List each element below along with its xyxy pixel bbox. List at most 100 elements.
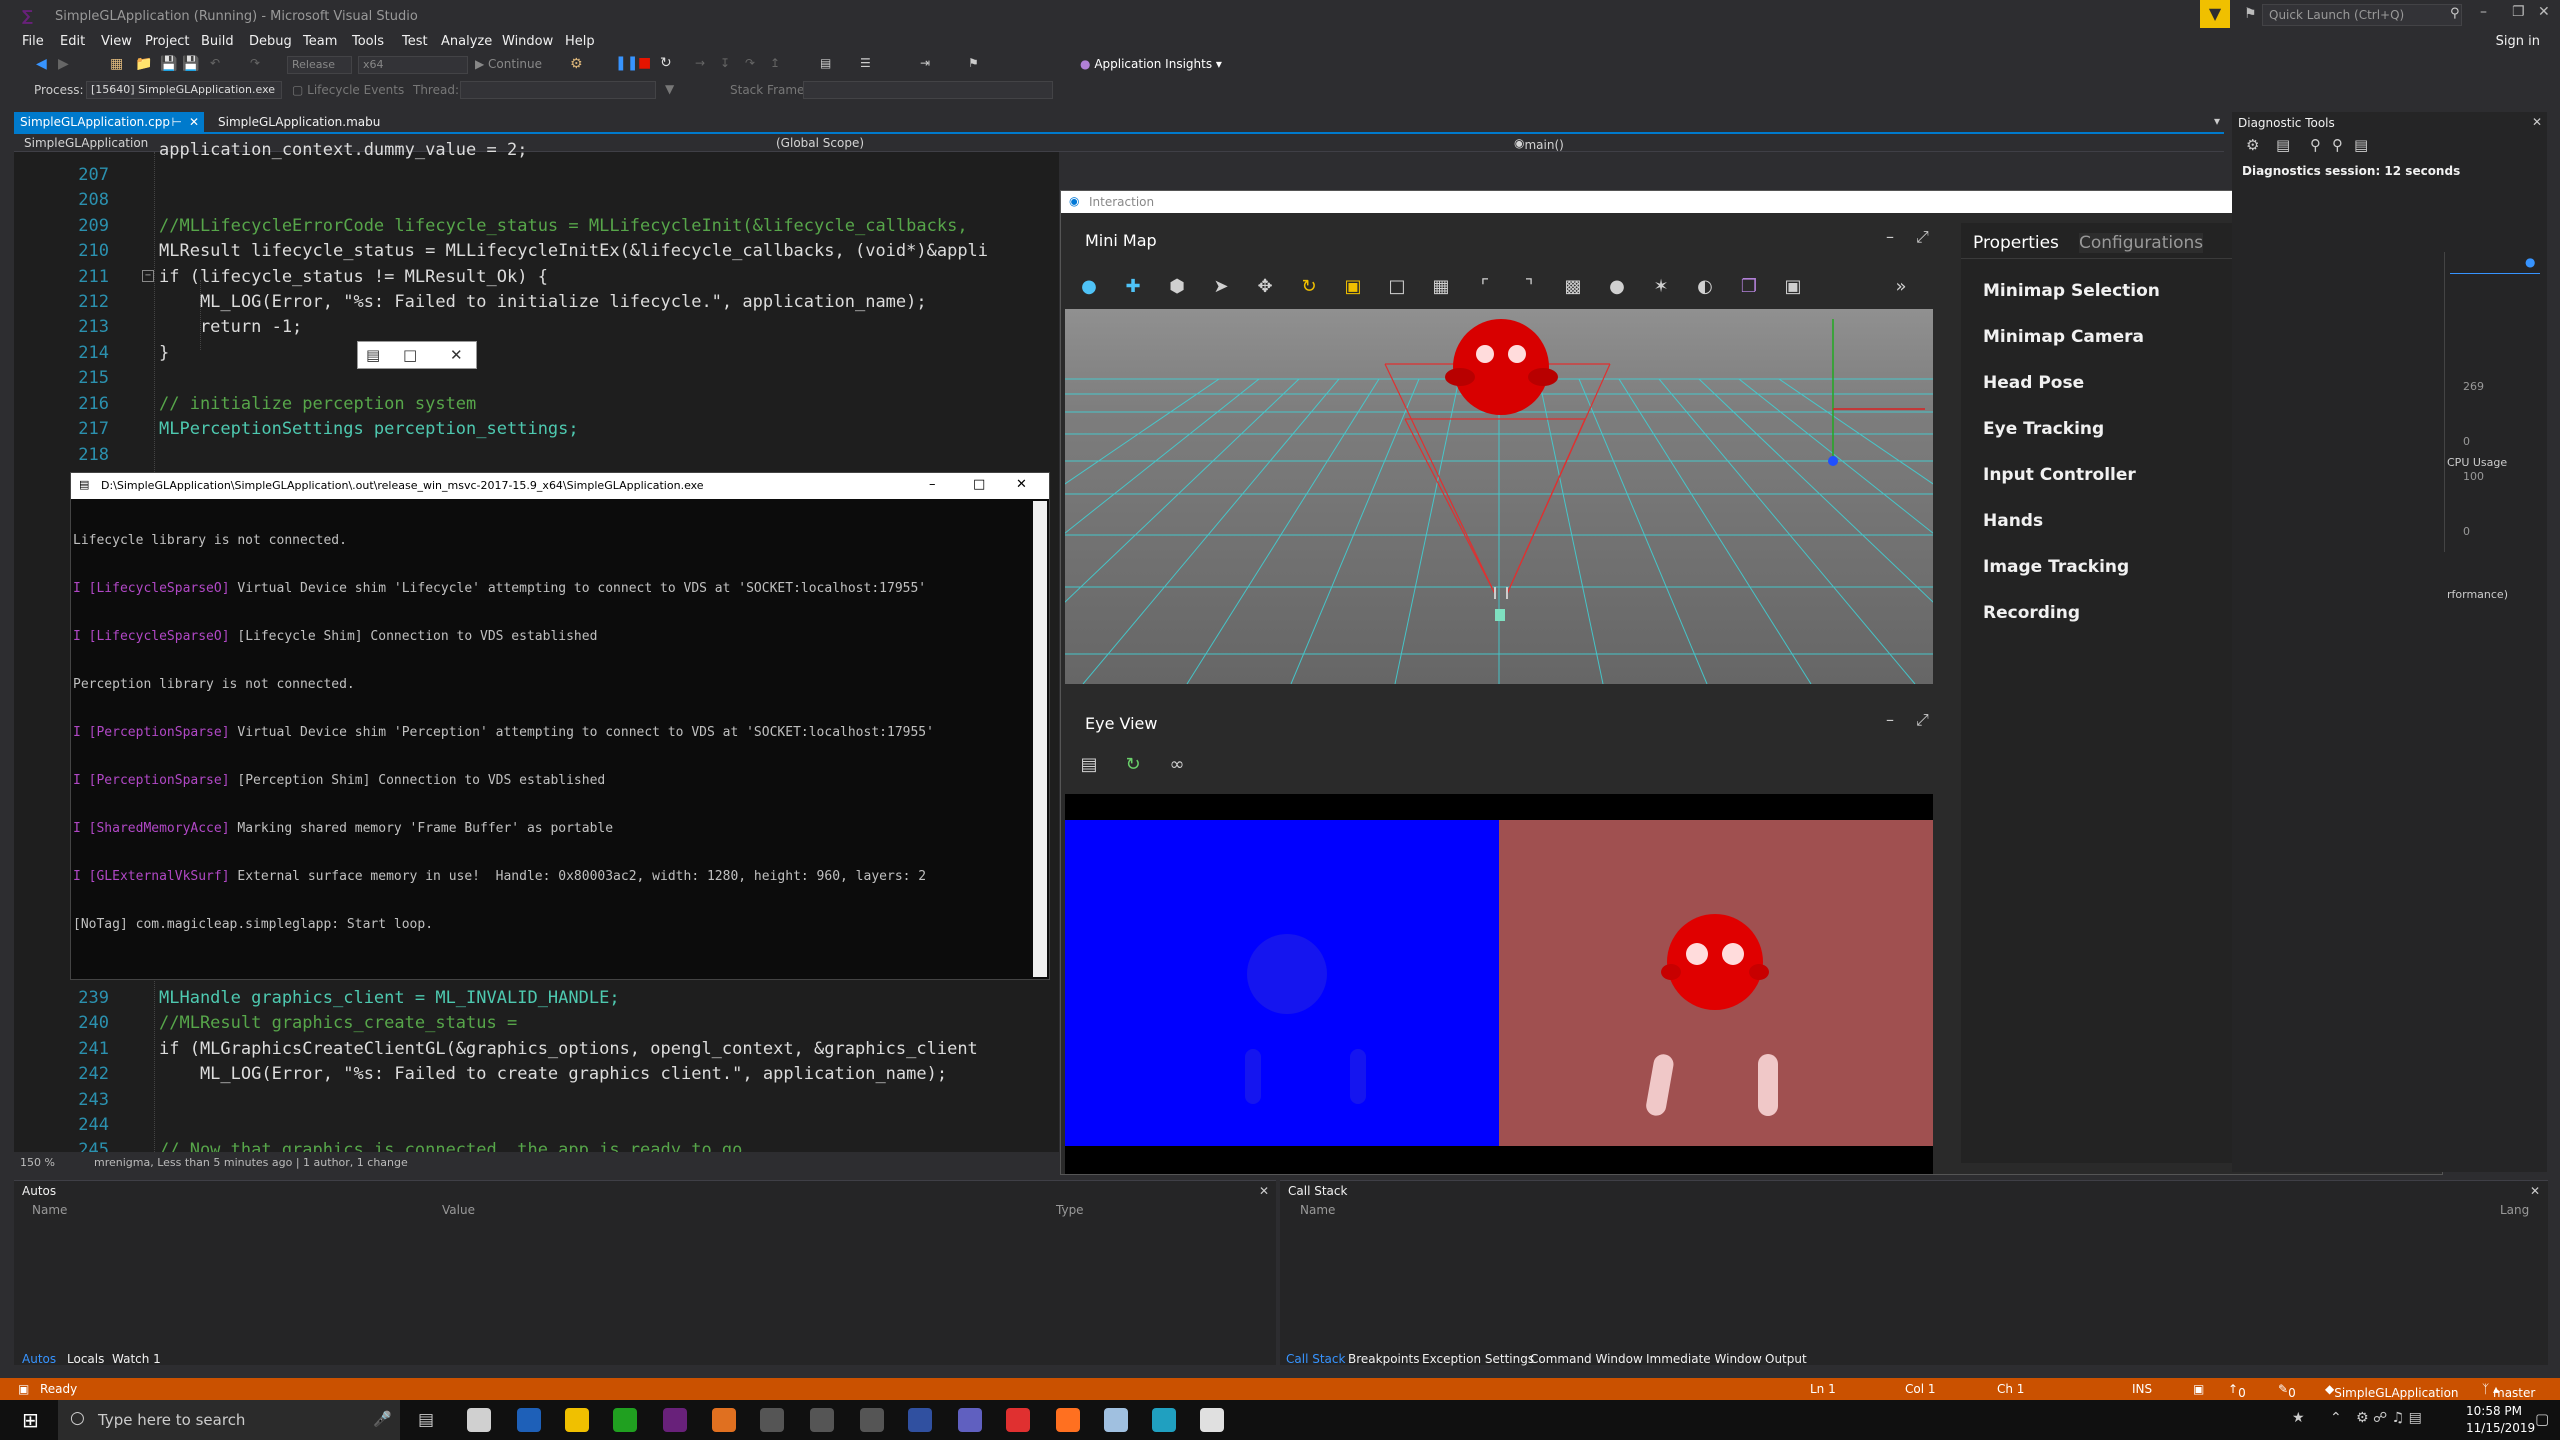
app-tool-icon[interactable]	[1104, 1408, 1128, 1432]
move-icon[interactable]: ✥	[1251, 273, 1279, 301]
clock-time[interactable]: 10:58 PM	[2466, 1404, 2522, 1418]
app-purple-icon[interactable]	[958, 1408, 982, 1432]
tray-icons[interactable]: ⚙ ☍ ♫ ▤	[2356, 1410, 2422, 1426]
member-dropdown[interactable]: ◉ main()	[1514, 136, 1564, 152]
menu-team[interactable]: Team	[303, 34, 337, 49]
menu-project[interactable]: Project	[145, 34, 189, 49]
column-type[interactable]: Type	[1056, 1203, 1084, 1217]
stereo-link-icon[interactable]: ∞	[1163, 751, 1191, 779]
indent-icon[interactable]: ⇥	[920, 56, 930, 70]
app-visual-studio-icon[interactable]	[663, 1408, 687, 1432]
codelens-blame[interactable]: mrenigma, Less than 5 minutes ago | 1 au…	[94, 1156, 408, 1169]
close-icon[interactable]: ✕	[2530, 1184, 2540, 1198]
eye-track-icon[interactable]: ↻	[1119, 751, 1147, 779]
close-icon[interactable]: ✕	[450, 346, 463, 364]
break-all-icon[interactable]: ❚❚	[615, 55, 638, 71]
new-project-icon[interactable]: ▦	[110, 56, 123, 72]
maximize-icon[interactable]: □	[403, 346, 417, 364]
notifications-icon[interactable]: ▢	[2535, 1410, 2549, 1428]
cube-icon[interactable]: ⬢	[1163, 273, 1191, 301]
grid-snap-icon[interactable]: ▦	[1427, 273, 1455, 301]
eyeview-viewport[interactable]	[1065, 794, 1933, 1174]
taskbar-search-input[interactable]: ○ Type here to search 🎤	[58, 1400, 400, 1440]
windows-start-icon[interactable]: ⊞	[22, 1408, 39, 1432]
tab-output[interactable]: Output	[1765, 1352, 1807, 1366]
restore-icon[interactable]: ❐	[2512, 4, 2525, 20]
app-unity-3-icon[interactable]	[860, 1408, 884, 1432]
world-axis-icon[interactable]: ⌝	[1515, 273, 1543, 301]
menu-build[interactable]: Build	[201, 34, 234, 49]
app-powershell-icon[interactable]	[517, 1408, 541, 1432]
lifecycle-events-button[interactable]: ▢ Lifecycle Events	[292, 83, 404, 97]
comment-icon[interactable]: ☰	[860, 56, 871, 70]
bookmark-icon[interactable]: ⚑	[968, 56, 979, 70]
search-icon[interactable]: ⚲	[2450, 6, 2460, 21]
redo-icon[interactable]: ↷	[250, 56, 260, 70]
step-into-icon[interactable]: ↧	[720, 56, 730, 70]
tab-call-stack[interactable]: Call Stack	[1286, 1352, 1345, 1366]
task-view-icon[interactable]: ▤	[418, 1410, 434, 1430]
tab-overflow-icon[interactable]: ▾	[2214, 114, 2220, 128]
show-next-statement-icon[interactable]: →	[695, 56, 705, 70]
axis-icon[interactable]: ⌜	[1471, 273, 1499, 301]
app-explorer-icon[interactable]	[467, 1408, 491, 1432]
close-icon[interactable]: ✕	[1016, 477, 1027, 492]
side-tool-tabs[interactable]	[2548, 112, 2560, 1172]
scope-dropdown[interactable]: (Global Scope)	[776, 136, 864, 150]
tab-close-icon[interactable]: ✕	[189, 115, 199, 129]
save-all-icon[interactable]: 💾	[182, 56, 199, 72]
notification-filter-icon[interactable]: ▼	[2200, 0, 2230, 28]
browse-icon[interactable]: ⚙	[570, 56, 583, 72]
expand-panel-icon[interactable]: ⤢	[1916, 227, 1929, 247]
platform-dropdown[interactable]: x64	[358, 56, 468, 74]
app-green-icon[interactable]	[613, 1408, 637, 1432]
pin-icon[interactable]: ⊢	[172, 115, 182, 129]
menu-tools[interactable]: Tools	[352, 34, 384, 49]
save-icon[interactable]: 💾	[160, 56, 177, 72]
status-changes[interactable]: ✎ 0	[2278, 1382, 2296, 1400]
shade-icon[interactable]: ◐	[1691, 273, 1719, 301]
microphone-icon[interactable]: 🎤	[373, 1410, 392, 1428]
menu-window[interactable]: Window	[502, 34, 553, 49]
screenshot-icon[interactable]: ▣	[1779, 273, 1807, 301]
tab-configurations[interactable]: Configurations	[2079, 233, 2204, 253]
menu-test[interactable]: Test	[402, 34, 428, 49]
tab-autos[interactable]: Autos	[22, 1352, 56, 1366]
column-lang[interactable]: Lang	[2500, 1203, 2529, 1217]
app-houdini-icon[interactable]	[712, 1408, 736, 1432]
continue-button[interactable]: ▶ Continue	[475, 57, 542, 71]
app-firefox-icon[interactable]	[1056, 1408, 1080, 1432]
expand-panel-icon[interactable]: ⤢	[1916, 710, 1929, 730]
tab-watch-1[interactable]: Watch 1	[112, 1352, 161, 1366]
select-tools-icon[interactable]: ▤	[2276, 136, 2290, 154]
add-object-icon[interactable]: ✚	[1119, 273, 1147, 301]
zoom-in-icon[interactable]: ⚲	[2310, 136, 2321, 154]
step-out-icon[interactable]: ↥	[770, 56, 780, 70]
gizmo-icon[interactable]: ✶	[1647, 273, 1675, 301]
process-dropdown[interactable]: [15640] SimpleGLApplication.exe	[86, 81, 282, 99]
people-icon[interactable]: ★	[2292, 1410, 2305, 1426]
tab-command-window[interactable]: Command Window	[1530, 1352, 1643, 1366]
forward-icon[interactable]: ▶	[58, 56, 69, 72]
app-davinci-icon[interactable]	[908, 1408, 932, 1432]
tile-icon[interactable]: ▩	[1559, 273, 1587, 301]
minimize-icon[interactable]: –	[2480, 4, 2487, 20]
select-icon[interactable]: ➤	[1207, 273, 1235, 301]
menu-debug[interactable]: Debug	[249, 34, 292, 49]
stop-debugging-icon[interactable]: ■	[638, 55, 651, 71]
tab-breakpoints[interactable]: Breakpoints	[1348, 1352, 1419, 1366]
project-dropdown[interactable]: SimpleGLApplication	[24, 136, 148, 150]
rotate-icon[interactable]: ↻	[1295, 273, 1323, 301]
console-window[interactable]: ▤ D:\SimpleGLApplication\SimpleGLApplica…	[70, 472, 1050, 980]
minimize-panel-icon[interactable]: –	[1886, 227, 1894, 246]
back-icon[interactable]: ◀	[36, 56, 47, 72]
maximize-icon[interactable]: □	[973, 477, 985, 492]
snapshot-icon[interactable]: ●	[2525, 255, 2535, 269]
zoom-out-icon[interactable]: ⚲	[2332, 136, 2343, 154]
app-unity-2-icon[interactable]	[810, 1408, 834, 1432]
console-scrollbar[interactable]	[1033, 501, 1047, 977]
feedback-icon[interactable]: ⚑	[2244, 6, 2257, 22]
eye-settings-icon[interactable]: ▤	[1075, 751, 1103, 779]
tab-simpleglapplication-cpp[interactable]: SimpleGLApplication.cpp ⊢ ✕	[14, 112, 204, 132]
menu-view[interactable]: View	[101, 34, 132, 49]
